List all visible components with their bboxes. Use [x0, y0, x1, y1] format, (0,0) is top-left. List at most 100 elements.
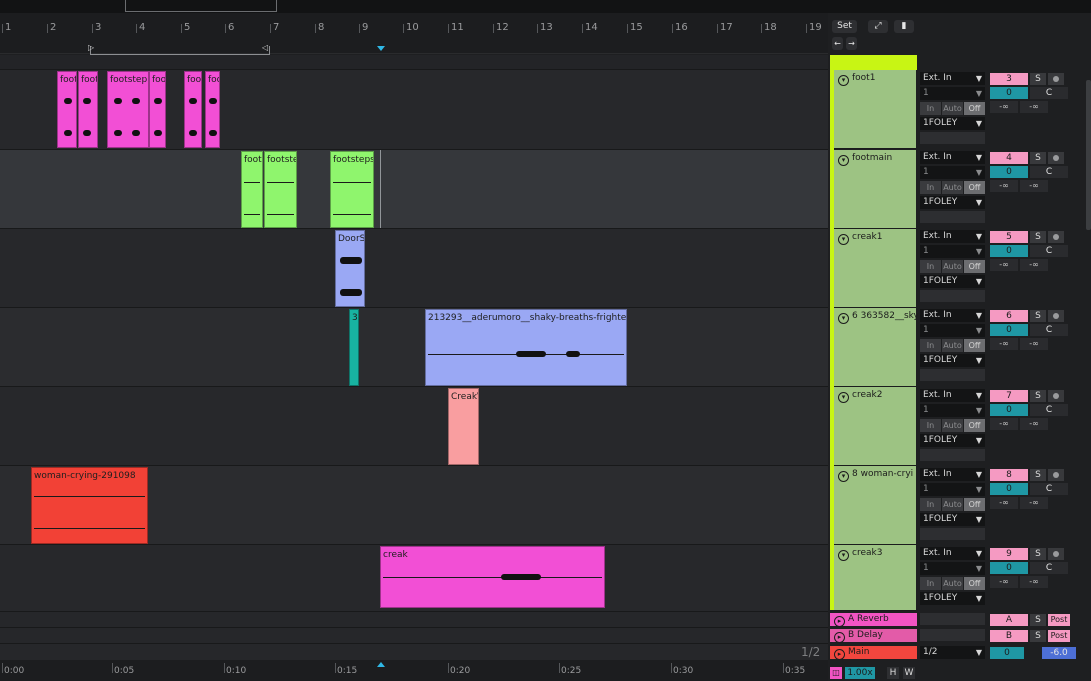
main-volume-field[interactable]: 0 — [990, 647, 1024, 659]
track-fold-icon[interactable]: ▸ — [834, 632, 845, 643]
arm-record-icon[interactable] — [1048, 548, 1064, 560]
track-activator[interactable]: 8 — [990, 469, 1028, 481]
track-activator[interactable]: 5 — [990, 231, 1028, 243]
send-a-field[interactable]: -∞ — [990, 576, 1018, 588]
input-type-select[interactable]: Ext. In ▼ — [920, 468, 985, 481]
track-activator[interactable]: 6 — [990, 310, 1028, 322]
main-track[interactable]: ▸ Main — [830, 646, 917, 660]
monitor-switch[interactable]: In Auto Off — [920, 577, 985, 590]
pan-field[interactable]: C — [1030, 483, 1068, 495]
volume-field[interactable]: 0 — [990, 87, 1028, 99]
monitor-switch[interactable]: In Auto Off — [920, 419, 985, 432]
post-button[interactable]: Post — [1048, 630, 1070, 642]
audio-clip[interactable]: woman-crying-291098 — [31, 467, 148, 544]
volume-field[interactable]: 0 — [990, 324, 1028, 336]
solo-button[interactable]: S — [1030, 630, 1046, 642]
solo-button[interactable]: S — [1030, 390, 1046, 402]
solo-button[interactable]: S — [1030, 614, 1046, 626]
audio-clip[interactable]: 213293__aderumoro__shaky-breaths-frighte — [425, 309, 627, 386]
vertical-scrollbar[interactable] — [1086, 80, 1091, 230]
track-lane-footmain[interactable] — [0, 150, 828, 229]
pan-field[interactable]: C — [1030, 166, 1068, 178]
track-header-creak2[interactable]: ▾ creak2 — [834, 387, 916, 466]
main-output-select[interactable]: 1/2 ▼ — [920, 646, 985, 659]
audio-clip[interactable]: foot — [57, 71, 77, 148]
output-select[interactable]: 1FOLEY ▼ — [920, 434, 985, 447]
pan-field[interactable]: C — [1030, 87, 1068, 99]
audio-clip[interactable]: footstep — [107, 71, 149, 148]
track-activator[interactable]: 9 — [990, 548, 1028, 560]
arm-record-icon[interactable] — [1048, 310, 1064, 322]
audio-clip[interactable]: 36 — [349, 309, 359, 386]
beat-ruler[interactable]: 1 2 3 4 5 6 7 8 9 10 11 12 13 14 15 16 1… — [0, 13, 828, 55]
audio-clip[interactable]: DoorS — [335, 230, 365, 307]
send-b-field[interactable]: -∞ — [1020, 180, 1048, 192]
track-fold-icon[interactable]: ▾ — [838, 155, 849, 166]
input-channel-select[interactable]: 1 ▼ — [920, 324, 985, 337]
output-select[interactable]: 1FOLEY ▼ — [920, 117, 985, 130]
input-channel-select[interactable]: 1 ▼ — [920, 404, 985, 417]
monitor-switch[interactable]: In Auto Off — [920, 339, 985, 352]
post-button[interactable]: Post — [1048, 614, 1070, 626]
volume-field[interactable]: 0 — [990, 562, 1028, 574]
time-ruler[interactable]: 0:00 0:05 0:10 0:15 0:20 0:25 0:30 0:35 — [0, 660, 828, 681]
track-fold-icon[interactable]: ▾ — [838, 75, 849, 86]
main-peak-field[interactable]: -6.0 — [1042, 647, 1076, 659]
send-b-field[interactable]: -∞ — [1020, 338, 1048, 350]
volume-field[interactable]: 0 — [990, 483, 1028, 495]
send-a-field[interactable]: -∞ — [990, 101, 1018, 113]
input-type-select[interactable]: Ext. In ▼ — [920, 547, 985, 560]
send-a-field[interactable]: -∞ — [990, 418, 1018, 430]
input-type-select[interactable]: Ext. In ▼ — [920, 309, 985, 322]
track-lane-creak2[interactable] — [0, 387, 828, 466]
audio-clip[interactable]: foot — [205, 71, 220, 148]
pan-field[interactable]: C — [1030, 404, 1068, 416]
track-lane-6[interactable] — [0, 308, 828, 387]
arm-record-icon[interactable] — [1048, 152, 1064, 164]
forward-arrow-icon[interactable]: → — [846, 37, 857, 50]
playhead-marker-bottom[interactable] — [377, 662, 385, 667]
input-type-select[interactable]: Ext. In ▼ — [920, 230, 985, 243]
input-channel-select[interactable]: 1 ▼ — [920, 245, 985, 258]
track-header-foot1[interactable]: ▾ foot1 — [834, 70, 916, 149]
track-activator[interactable]: 7 — [990, 390, 1028, 402]
audio-clip[interactable]: foot — [184, 71, 202, 148]
track-fold-icon[interactable]: ▾ — [838, 234, 849, 245]
return-activator[interactable]: A — [990, 614, 1028, 626]
expand-icon[interactable]: ⤢ — [868, 20, 888, 33]
audio-clip[interactable]: foot — [241, 151, 263, 228]
return-track-b[interactable]: ▸ B Delay — [830, 629, 917, 643]
track-header-creak3[interactable]: ▾ creak3 — [834, 545, 916, 611]
send-b-field[interactable]: -∞ — [1020, 259, 1048, 271]
input-channel-select[interactable]: 1 ▼ — [920, 87, 985, 100]
input-type-select[interactable]: Ext. In ▼ — [920, 389, 985, 402]
pan-field[interactable]: C — [1030, 324, 1068, 336]
playhead-marker[interactable] — [377, 46, 385, 51]
send-a-field[interactable]: -∞ — [990, 259, 1018, 271]
volume-field[interactable]: 0 — [990, 166, 1028, 178]
track-activator[interactable]: 4 — [990, 152, 1028, 164]
track-header-8[interactable]: ▾ 8 woman-cryi — [834, 466, 916, 545]
send-b-field[interactable]: -∞ — [1020, 418, 1048, 430]
output-select[interactable]: 1FOLEY ▼ — [920, 196, 985, 209]
solo-button[interactable]: S — [1030, 152, 1046, 164]
waveform-icon[interactable]: ◫ — [830, 667, 842, 679]
output-select[interactable]: 1FOLEY ▼ — [920, 592, 985, 605]
output-select[interactable]: 1FOLEY ▼ — [920, 513, 985, 526]
audio-clip[interactable]: foot — [78, 71, 98, 148]
audio-clip[interactable]: creak — [380, 546, 605, 608]
output-select[interactable]: 1FOLEY ▼ — [920, 354, 985, 367]
audio-clip[interactable]: CreakV — [448, 388, 479, 465]
solo-button[interactable]: S — [1030, 310, 1046, 322]
send-a-field[interactable]: -∞ — [990, 338, 1018, 350]
set-button[interactable]: Set — [832, 20, 857, 33]
monitor-switch[interactable]: In Auto Off — [920, 260, 985, 273]
track-fold-icon[interactable]: ▾ — [838, 392, 849, 403]
loop-brace[interactable] — [90, 46, 270, 55]
volume-field[interactable]: 0 — [990, 404, 1028, 416]
input-type-select[interactable]: Ext. In ▼ — [920, 72, 985, 85]
audio-clip[interactable]: footste — [264, 151, 297, 228]
arrangement-overview[interactable] — [0, 0, 1091, 13]
track-header-6[interactable]: ▾ 6 363582__sky — [834, 308, 919, 387]
send-a-field[interactable]: -∞ — [990, 180, 1018, 192]
